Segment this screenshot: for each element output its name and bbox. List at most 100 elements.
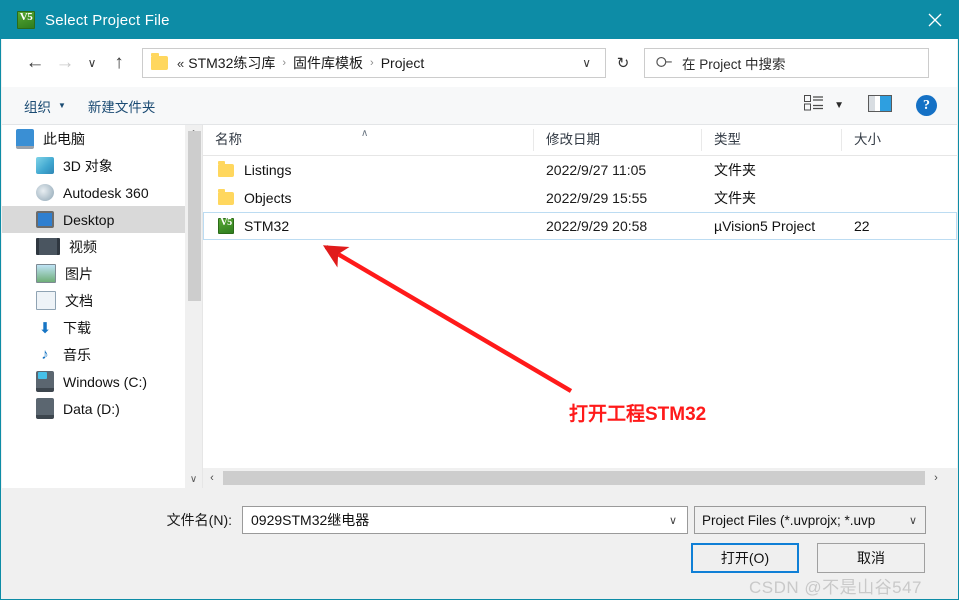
- sidebar-scrollbar[interactable]: ∧ ∨: [185, 125, 202, 488]
- sidebar-item-label: 此电脑: [43, 130, 85, 147]
- search-box[interactable]: 在 Project 中搜索: [644, 48, 929, 78]
- sidebar-item-windows-c[interactable]: Windows (C:): [2, 368, 202, 395]
- file-type-cell: 文件夹: [714, 190, 756, 206]
- sidebar-item-desktop[interactable]: Desktop: [2, 206, 202, 233]
- file-name-label: STM32: [244, 218, 290, 234]
- breadcrumb-item-0[interactable]: STM32练习库: [188, 53, 275, 73]
- filename-label: 文件名(N):: [166, 512, 232, 528]
- new-folder-button[interactable]: 新建文件夹: [88, 96, 156, 116]
- command-bar-right: ▼ ?: [780, 94, 937, 117]
- sidebar-item-label: Autodesk 360: [63, 184, 149, 201]
- uvision5-icon: V5: [17, 11, 35, 29]
- breadcrumb-separator-icon: ›: [370, 57, 374, 69]
- up-icon[interactable]: ↑: [104, 48, 134, 78]
- chevron-down-icon[interactable]: ∨: [909, 514, 917, 527]
- table-row[interactable]: Objects 2022/9/29 15:55 文件夹: [203, 184, 957, 212]
- window-title: Select Project File: [45, 11, 170, 29]
- command-bar: 组织 ▼ 新建文件夹 ▼ ?: [2, 87, 957, 125]
- navigation-sidebar: 此电脑 3D 对象 Autodesk 360 Desktop 视频图片文档 ⬇ 下载 ♪ 音乐 W…: [2, 125, 202, 488]
- breadcrumb-item-1[interactable]: 固件库模板: [293, 53, 363, 73]
- uvision5-icon: V5: [218, 217, 234, 234]
- sidebar-item-[interactable]: ⬇ 下载: [2, 314, 202, 341]
- table-row[interactable]: V5 STM32 2022/9/29 20:58 µVision5 Project 22: [203, 212, 957, 240]
- sidebar-item-label: Windows (C:): [63, 373, 148, 390]
- column-header-type[interactable]: 类型: [701, 129, 841, 151]
- sidebar-item-label: 文档: [65, 292, 93, 309]
- folder-icon: [151, 53, 168, 70]
- sidebar-item-autodesk-360[interactable]: Autodesk 360: [2, 179, 202, 206]
- forward-icon[interactable]: →: [50, 48, 80, 78]
- search-icon: [653, 51, 676, 74]
- organize-label: 组织: [24, 99, 51, 115]
- file-date-cell: 2022/9/29 15:55: [546, 190, 648, 206]
- filename-value: 0929STM32继电器: [251, 512, 370, 528]
- videos-icon: [36, 238, 60, 255]
- sidebar-item-label: 3D 对象: [63, 157, 113, 174]
- title-bar: V5 Select Project File: [1, 1, 958, 39]
- preview-pane-icon[interactable]: [868, 94, 892, 117]
- sidebar-item-data-d[interactable]: Data (D:): [2, 395, 202, 422]
- scroll-left-icon[interactable]: ‹: [203, 472, 221, 484]
- organize-button[interactable]: 组织 ▼: [24, 96, 66, 116]
- sidebar-item-[interactable]: 文档: [2, 287, 202, 314]
- sidebar-item-label: 视频: [69, 238, 97, 255]
- file-type-cell: 文件夹: [714, 162, 756, 178]
- watermark: CSDN @不是山谷547: [749, 578, 923, 597]
- music-icon: ♪: [41, 346, 49, 363]
- chevron-down-icon[interactable]: ∨: [582, 56, 591, 70]
- file-name-cell: Listings: [204, 160, 534, 178]
- uvision5-icon-text: V5: [220, 217, 232, 228]
- chevron-down-icon[interactable]: ∨: [669, 514, 677, 527]
- sidebar-scroll-thumb[interactable]: [188, 131, 201, 301]
- view-options-icon[interactable]: [804, 95, 824, 116]
- sidebar-item-[interactable]: 此电脑: [2, 125, 202, 152]
- filename-input[interactable]: 0929STM32继电器 ∨: [242, 506, 688, 534]
- search-input[interactable]: 在 Project 中搜索: [682, 53, 786, 73]
- address-bar[interactable]: « STM32练习库 › 固件库模板 › Project ∨: [142, 48, 606, 78]
- back-icon[interactable]: ←: [20, 48, 50, 78]
- file-date-cell: 2022/9/27 11:05: [546, 162, 647, 178]
- navigation-bar: ← → ∨ ↑ « STM32练习库 › 固件库模板 › Project ∨ ↻…: [2, 39, 957, 87]
- filetype-select[interactable]: Project Files (*.uvprojx; *.uvp ∨: [694, 506, 926, 534]
- scroll-right-icon[interactable]: ›: [927, 472, 945, 484]
- column-header-size[interactable]: 大小: [841, 129, 941, 151]
- column-header-date[interactable]: 修改日期: [533, 129, 701, 151]
- file-list-pane: 名称 ∧ 修改日期 类型 大小 Listings 2022/9/27 11:05 文…: [202, 125, 957, 488]
- sidebar-item-3d[interactable]: 3D 对象: [2, 152, 202, 179]
- file-date-cell: 2022/9/29 20:58: [546, 218, 648, 234]
- 3d-objects-icon: [36, 157, 54, 174]
- filetype-value: Project Files (*.uvprojx; *.uvp: [702, 512, 876, 528]
- file-list-horizontal-scrollbar[interactable]: ‹ ›: [203, 467, 957, 488]
- table-row[interactable]: Listings 2022/9/27 11:05 文件夹: [203, 156, 957, 184]
- sidebar-item-label: Desktop: [63, 211, 115, 228]
- uvision5-icon-text: V5: [19, 11, 33, 23]
- recent-locations-icon[interactable]: ∨: [80, 48, 104, 78]
- cancel-button[interactable]: 取消: [817, 543, 925, 573]
- close-icon[interactable]: [912, 1, 958, 39]
- breadcrumb-item-2[interactable]: Project: [381, 55, 425, 71]
- help-icon[interactable]: ?: [916, 95, 937, 116]
- sidebar-item-label: 音乐: [63, 346, 91, 363]
- breadcrumb-overflow-icon[interactable]: «: [177, 56, 184, 71]
- file-type-cell: µVision5 Project: [714, 218, 816, 234]
- file-dialog-window: V5 Select Project File ← → ∨ ↑ « STM32练习…: [0, 0, 959, 600]
- breadcrumb-separator-icon: ›: [282, 57, 287, 69]
- annotation-label: 打开工程STM32: [569, 404, 707, 425]
- scroll-down-icon[interactable]: ∨: [190, 471, 197, 488]
- horizontal-scroll-thumb[interactable]: [223, 471, 925, 485]
- filename-row: 文件名(N): 0929STM32继电器 ∨ Project Files (*.…: [2, 505, 957, 535]
- column-headers: 名称 ∧ 修改日期 类型 大小: [203, 125, 957, 156]
- column-header-name-label: 名称: [215, 132, 242, 147]
- sidebar-item-[interactable]: 视频: [2, 233, 202, 260]
- refresh-icon[interactable]: ↻: [606, 48, 640, 78]
- column-header-name[interactable]: 名称 ∧: [203, 128, 533, 151]
- file-rows: Listings 2022/9/27 11:05 文件夹 Objects 2022/9/…: [203, 156, 957, 240]
- open-button[interactable]: 打开(O): [691, 543, 799, 573]
- computer-icon: [16, 128, 34, 149]
- view-options-chevron-down-icon[interactable]: ▼: [834, 100, 844, 111]
- file-name-label: Objects: [244, 190, 292, 206]
- sidebar-item-[interactable]: ♪ 音乐: [2, 341, 202, 368]
- folder-icon: [218, 160, 234, 177]
- sidebar-item-[interactable]: 图片: [2, 260, 202, 287]
- chevron-down-icon: ▼: [58, 101, 66, 110]
